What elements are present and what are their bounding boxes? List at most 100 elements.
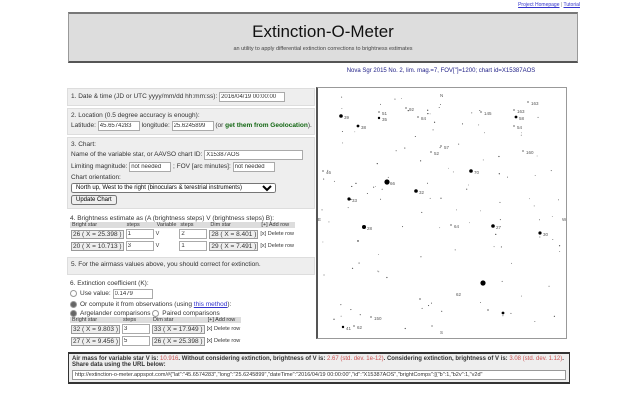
star-dot bbox=[432, 129, 434, 131]
star-dot bbox=[341, 108, 343, 109]
star-label: 150 bbox=[374, 316, 382, 321]
star-dot bbox=[427, 112, 429, 115]
argelander-label: Argelander comparisons bbox=[80, 310, 151, 318]
star-label: N bbox=[440, 93, 443, 98]
star-dot bbox=[357, 240, 359, 242]
star-dot bbox=[378, 254, 379, 256]
geolocation-link[interactable]: get them from Geolocation bbox=[225, 122, 308, 129]
steps-input[interactable] bbox=[122, 336, 150, 347]
star-dot bbox=[480, 280, 486, 286]
star-dot bbox=[514, 115, 518, 119]
star-label: 92 bbox=[409, 107, 415, 112]
star-label: 160 bbox=[526, 150, 534, 155]
share-url-input[interactable]: http://extinction-o-meter.appspot.com/#{… bbox=[72, 370, 566, 380]
steps-input[interactable] bbox=[122, 324, 150, 335]
star-dot bbox=[533, 205, 535, 207]
star-label: W bbox=[562, 217, 566, 222]
longitude-label: longitude: bbox=[141, 122, 170, 129]
paired-radio[interactable] bbox=[152, 310, 160, 318]
star-dot bbox=[430, 302, 433, 304]
star-label: 70 bbox=[474, 170, 480, 175]
table-row: 27 ( X = 9.456 ) 26 ( X = 25.398 )[x] Del… bbox=[70, 335, 241, 347]
star-dot bbox=[484, 132, 485, 134]
bright-star-select[interactable]: 20 ( X = 10.713 ) bbox=[71, 241, 124, 251]
fov-input[interactable] bbox=[232, 162, 275, 172]
star-chart-svg: N S E W 39 38 3551 92 84 145 163 58 54 70 32 66 33 28 27 30… bbox=[318, 93, 567, 357]
steps-input[interactable] bbox=[179, 229, 208, 239]
star-dot bbox=[323, 274, 325, 276]
dim-star-select[interactable]: 33 ( X = 17.949 ) bbox=[152, 324, 205, 334]
section-airmass: 5. For the airmass values above, you sho… bbox=[67, 257, 315, 275]
extinction-table: Bright star steps Dim star [+] Add row 32 (… bbox=[70, 317, 242, 347]
brightness-corrected: 3.08 bbox=[509, 356, 522, 362]
datetime-input[interactable] bbox=[219, 92, 286, 102]
delete-row-button[interactable]: [x] Delete row bbox=[206, 335, 242, 347]
orientation-select[interactable]: North up, West to the right (binoculars … bbox=[71, 183, 276, 193]
star-dot bbox=[377, 270, 379, 272]
bright-star-select[interactable]: 32 ( X = 9.803 ) bbox=[71, 324, 120, 334]
star-dot bbox=[429, 197, 431, 199]
star-dot bbox=[414, 189, 418, 193]
star-dot bbox=[347, 207, 349, 209]
top-links: Project Homepage | Tutorial bbox=[518, 2, 580, 8]
limmag-input[interactable] bbox=[129, 162, 172, 172]
star-dot bbox=[407, 110, 409, 112]
star-label: 62 bbox=[456, 292, 462, 297]
star-dot bbox=[482, 159, 484, 161]
star-dot bbox=[491, 224, 495, 228]
star-name-input[interactable] bbox=[204, 150, 304, 160]
star-chart[interactable]: N S E W 39 38 35 51 92 84 145 163 58 54 70 32 66 33 28 27 30… bbox=[316, 87, 567, 357]
star-dot bbox=[480, 210, 482, 212]
dim-star-select[interactable]: 28 ( X = 8.401 ) bbox=[209, 229, 259, 239]
star-dot bbox=[378, 111, 380, 113]
star-dot bbox=[495, 233, 497, 236]
variable-label: V bbox=[155, 231, 160, 237]
steps-input[interactable] bbox=[179, 241, 208, 251]
table-row: 20 ( X = 10.713 ) V 29 ( X = 7.491 )[x] De… bbox=[70, 240, 295, 252]
star-dot bbox=[558, 199, 559, 201]
delete-row-button[interactable]: [x] Delete row bbox=[206, 323, 242, 335]
star-dot bbox=[441, 310, 443, 312]
star-label: 52 bbox=[434, 151, 440, 156]
bright-star-select[interactable]: 26 ( X = 25.398 ) bbox=[71, 229, 124, 239]
star-label: 66 bbox=[390, 181, 396, 186]
star-dot bbox=[380, 103, 381, 105]
compute-radio[interactable] bbox=[70, 301, 77, 308]
star-dot bbox=[551, 216, 553, 217]
star-dot bbox=[456, 209, 457, 211]
bright-star-select[interactable]: 27 ( X = 9.456 ) bbox=[71, 336, 120, 346]
star-dot bbox=[440, 104, 441, 106]
latitude-input[interactable] bbox=[97, 121, 140, 131]
star-dot bbox=[450, 224, 452, 226]
star-label: 64 bbox=[454, 224, 460, 229]
star-dot bbox=[500, 246, 502, 248]
argelander-radio[interactable] bbox=[70, 310, 77, 318]
k-input[interactable] bbox=[112, 289, 153, 299]
star-dot bbox=[373, 186, 375, 188]
star-dot bbox=[417, 116, 419, 118]
star-dot bbox=[522, 150, 524, 152]
star-dot bbox=[501, 311, 505, 315]
delete-row-button[interactable]: [x] Delete row bbox=[259, 240, 295, 252]
delete-row-button[interactable]: [x] Delete row bbox=[259, 228, 295, 240]
project-homepage-link[interactable]: Project Homepage bbox=[518, 2, 559, 8]
dim-star-select[interactable]: 26 ( X = 25.398 ) bbox=[152, 336, 205, 346]
steps-input[interactable] bbox=[125, 229, 154, 239]
dim-star-select[interactable]: 29 ( X = 7.491 ) bbox=[209, 241, 259, 251]
table-row: 26 ( X = 25.398 ) V 28 ( X = 8.401 )[x] De… bbox=[70, 228, 295, 240]
update-chart-button[interactable]: Update Chart bbox=[71, 195, 117, 205]
star-dot bbox=[538, 231, 542, 235]
steps-input[interactable] bbox=[125, 241, 154, 251]
star-dot bbox=[537, 116, 539, 118]
section-extinction: 6. Extinction coefficient (K): Use value… bbox=[67, 277, 315, 351]
star-dot bbox=[548, 285, 550, 287]
star-dot bbox=[404, 327, 406, 330]
longitude-input[interactable] bbox=[171, 121, 214, 131]
star-dot bbox=[419, 298, 421, 300]
use-value-radio[interactable] bbox=[70, 289, 77, 297]
star-dot bbox=[452, 171, 454, 173]
tutorial-link[interactable]: Tutorial bbox=[564, 2, 581, 8]
star-label: 145 bbox=[484, 111, 492, 116]
method-link[interactable]: this method bbox=[194, 301, 228, 308]
settings-form: 1. Date & time (JD or UTC yyyy/mm/dd hh:… bbox=[67, 88, 315, 352]
